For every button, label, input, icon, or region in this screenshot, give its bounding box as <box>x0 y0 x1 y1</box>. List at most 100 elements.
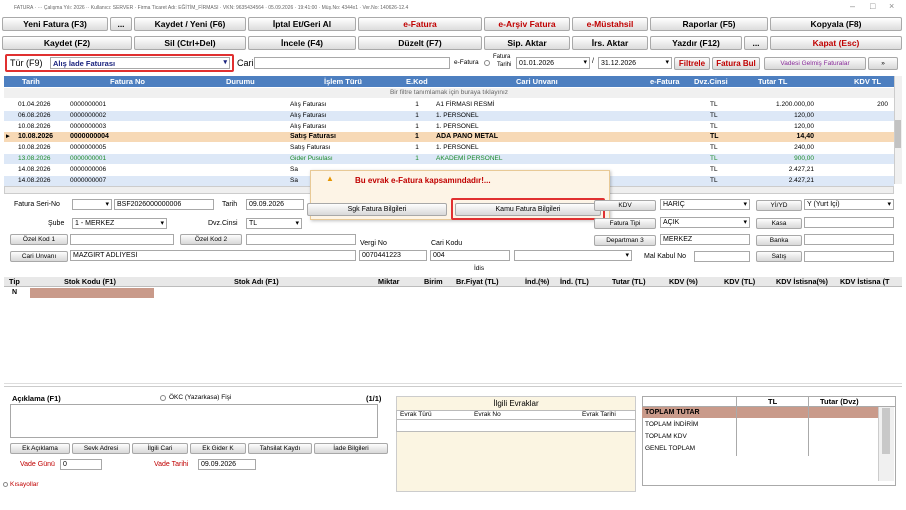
fatura-bul-button[interactable]: Fatura Bul <box>712 57 760 70</box>
yeni-more-button[interactable]: ... <box>110 17 132 31</box>
ek-gider-button[interactable]: Ek Gider K <box>190 443 246 454</box>
sgk-fatura-button[interactable]: Sgk Fatura Bilgileri <box>307 203 447 216</box>
kopyala-button[interactable]: Kopyala (F8) <box>770 17 902 31</box>
col-ekod[interactable]: E.Kod <box>406 77 428 86</box>
kamu-fatura-button[interactable]: Kamu Fatura Bilgileri <box>455 203 601 216</box>
banka-input[interactable] <box>804 234 894 245</box>
sube-select[interactable]: 1 - MERKEZ <box>72 218 167 229</box>
cari-unvani-button[interactable]: Cari Unvanı <box>10 251 68 262</box>
col-fatura-no[interactable]: Fatura No <box>110 77 145 86</box>
ozel-kod-2-input[interactable] <box>246 234 356 245</box>
tur-select[interactable]: Alış İade Faturası <box>50 57 230 69</box>
dcol-ind-tl[interactable]: İnd. (TL) <box>560 277 589 286</box>
minimize-icon[interactable]: – <box>850 1 855 11</box>
col-tarih[interactable]: Tarih <box>22 77 40 86</box>
cari-kodu-input[interactable]: 004 <box>430 250 510 261</box>
banka-button[interactable]: Banka <box>756 235 802 246</box>
incele-button[interactable]: İncele (F4) <box>248 36 356 50</box>
yiyd-select[interactable]: Y (Yurt İçi) <box>804 199 894 210</box>
seri-no-input[interactable]: BSF2026000000006 <box>114 199 214 210</box>
tahsilat-button[interactable]: Tahsilat Kaydı <box>248 443 312 454</box>
kasa-input[interactable] <box>804 217 894 228</box>
okc-radio[interactable] <box>160 395 166 401</box>
kaydet-yeni-button[interactable]: Kaydet / Yeni (F6) <box>134 17 246 31</box>
kaydet-button[interactable]: Kaydet (F2) <box>2 36 132 50</box>
kdv-select[interactable]: HARİÇ <box>660 199 750 210</box>
seri-prefix-select[interactable] <box>72 199 112 210</box>
ilgili-col-tur[interactable]: Evrak Türü <box>400 411 432 418</box>
ozel-kod-1-button[interactable]: Özel Kod 1 <box>10 234 68 245</box>
dcol-birim[interactable]: Birim <box>424 277 443 286</box>
table-row[interactable]: 01.04.2026 0000000001 Alış Faturası 1 A1 FİR… <box>4 100 894 110</box>
sevk-adresi-button[interactable]: Sevk Adresi <box>72 443 130 454</box>
kasa-button[interactable]: Kasa <box>756 218 802 229</box>
ilgili-col-tarih[interactable]: Evrak Tarihi <box>582 411 616 418</box>
totals-scrollbar-thumb[interactable] <box>882 408 890 454</box>
dcol-miktar[interactable]: Miktar <box>378 277 400 286</box>
col-efatura[interactable]: e-Fatura <box>650 77 680 86</box>
vadesi-button[interactable]: Vadesi Gelmiş Faturalar <box>764 57 866 70</box>
dcol-brfiyat[interactable]: Br.Fiyat (TL) <box>456 277 499 286</box>
kdv-button[interactable]: KDV <box>594 200 656 211</box>
vergi-no-input[interactable]: 0070441223 <box>359 250 427 261</box>
dcol-kdv-pct[interactable]: KDV (%) <box>669 277 698 286</box>
duzelt-button[interactable]: Düzelt (F7) <box>358 36 482 50</box>
filtrele-button[interactable]: Filtrele <box>674 57 710 70</box>
dcol-kdv-istisna-pct[interactable]: KDV İstisna(%) <box>776 277 828 286</box>
departman-button[interactable]: Departman 3 <box>594 235 656 246</box>
table-row[interactable]: 06.08.2026 0000000002 Alış Faturası 1 1. PER… <box>4 110 894 121</box>
vade-tarihi-input[interactable]: 09.09.2026 <box>198 459 256 470</box>
ozel-kod-1-input[interactable] <box>70 234 174 245</box>
raporlar-button[interactable]: Raporlar (F5) <box>650 17 768 31</box>
yazdir-more-button[interactable]: ... <box>744 36 768 50</box>
close-icon[interactable]: × <box>889 1 894 11</box>
iade-bilgileri-button[interactable]: İade Bilgileri <box>314 443 388 454</box>
tarih-input[interactable]: 09.09.2026 <box>246 199 304 210</box>
filter-hint-row[interactable]: Bir filtre tanımlamak için buraya tıklay… <box>4 88 894 98</box>
detail-grid-body[interactable] <box>4 288 902 384</box>
dcol-stok-adi[interactable]: Stok Adı (F1) <box>234 277 279 286</box>
dcol-tutar[interactable]: Tutar (TL) <box>612 277 646 286</box>
ilgili-cari-button[interactable]: İlgili Cari <box>132 443 188 454</box>
yazdir-button[interactable]: Yazdır (F12) <box>650 36 742 50</box>
efatura-button[interactable]: e-Fatura <box>358 17 482 31</box>
filter-extra-button[interactable]: » <box>868 57 898 70</box>
sip-aktar-button[interactable]: Sip. Aktar <box>484 36 570 50</box>
yeni-fatura-button[interactable]: Yeni Fatura (F3) <box>2 17 108 31</box>
vade-gunu-input[interactable]: 0 <box>60 459 102 470</box>
table-row[interactable]: 10.08.2026 0000000003 Alış Faturası 1 1. PER… <box>4 122 894 132</box>
table-row[interactable]: 10.08.2026 0000000005 Satış Faturası 1 1. PE… <box>4 143 894 153</box>
ozel-kod-2-button[interactable]: Özel Kod 2 <box>180 234 242 245</box>
dcol-tip[interactable]: Tip <box>9 277 20 286</box>
cari-filter-input[interactable] <box>254 57 450 69</box>
earsiv-button[interactable]: e-Arşiv Fatura <box>484 17 570 31</box>
ek-aciklama-button[interactable]: Ek Açıklama <box>10 443 70 454</box>
iptal-button[interactable]: İptal Et/Geri Al <box>248 17 356 31</box>
satis-button[interactable]: Satış <box>756 251 802 262</box>
col-tutar[interactable]: Tutar TL <box>758 77 787 86</box>
fatura-tipi-button[interactable]: Fatura Tipi <box>594 218 656 229</box>
aciklama-textarea[interactable] <box>10 404 378 438</box>
cari-unvani-input[interactable]: MAZGİRT ADLİYESİ <box>70 250 356 261</box>
col-kdv[interactable]: KDV TL <box>854 77 881 86</box>
ilgili-col-no[interactable]: Evrak No <box>474 411 501 418</box>
grid-scrollbar-thumb[interactable] <box>895 120 901 148</box>
dcol-stok-kodu[interactable]: Stok Kodu (F1) <box>64 277 116 286</box>
col-cari-unvani[interactable]: Cari Unvanı <box>516 77 558 86</box>
maximize-icon[interactable]: □ <box>870 1 875 11</box>
sil-button[interactable]: Sil (Ctrl+Del) <box>134 36 246 50</box>
irs-aktar-button[interactable]: İrs. Aktar <box>572 36 648 50</box>
table-row[interactable]: 13.08.2026 0000000001 Gider Pusulası 1 AKADE… <box>4 154 894 164</box>
col-dvz[interactable]: Dvz.Cinsi <box>694 77 728 86</box>
table-row[interactable]: ▸ 10.08.2026 0000000004 Satış Faturası 1 ADA … <box>4 132 894 143</box>
satis-input[interactable] <box>804 251 894 262</box>
departman-input[interactable]: MERKEZ <box>660 234 750 245</box>
dcol-kdv-istisna-tl[interactable]: KDV İstisna (T <box>840 277 902 286</box>
efatura-radio[interactable] <box>484 60 490 66</box>
dcol-kdv-tl[interactable]: KDV (TL) <box>724 277 755 286</box>
col-islem-turu[interactable]: İşlem Türü <box>324 77 362 86</box>
cari-extra-select[interactable] <box>514 250 632 261</box>
date-from-input[interactable]: 01.01.2026 <box>516 57 590 69</box>
mal-kabul-input[interactable] <box>694 251 750 262</box>
date-to-input[interactable]: 31.12.2026 <box>598 57 672 69</box>
